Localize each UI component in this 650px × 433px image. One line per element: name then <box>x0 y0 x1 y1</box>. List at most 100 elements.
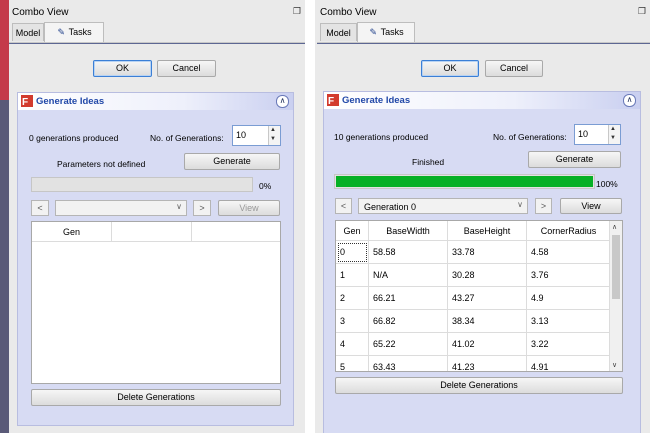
prev-generation-button[interactable]: < <box>335 198 352 214</box>
progress-fill <box>336 176 593 187</box>
gen-cell[interactable]: 0 <box>336 241 369 264</box>
window-title: Combo View <box>320 7 377 18</box>
progress-bar <box>31 177 253 192</box>
tab-model[interactable]: Model <box>12 23 44 41</box>
ok-button[interactable]: OK <box>421 60 479 77</box>
up-arrow-icon: ▲ <box>270 127 276 133</box>
num-generations-spinbox[interactable]: 10 ▲ ▼ <box>574 124 621 145</box>
baseheight-cell[interactable]: 41.02 <box>448 333 527 356</box>
down-arrow-icon: ▼ <box>610 135 616 141</box>
left-window-edge <box>0 0 9 433</box>
view-button[interactable]: View <box>218 200 280 216</box>
baseheight-cell[interactable]: 41.23 <box>448 356 527 371</box>
tab-tasks[interactable]: ✎ Tasks <box>357 22 415 42</box>
scroll-down-icon[interactable]: ∨ <box>612 361 617 369</box>
generations-produced-label: 0 generations produced <box>29 133 119 143</box>
column-header-gen: Gen <box>32 222 112 242</box>
status-label: Finished <box>412 157 445 167</box>
column-header-basewidth: BaseWidth <box>369 221 448 241</box>
column-header-gen: Gen <box>336 221 369 241</box>
gen-cell[interactable]: 2 <box>336 287 369 310</box>
generate-button[interactable]: Generate <box>528 151 621 168</box>
tab-label: Model <box>15 28 41 38</box>
gen-cell[interactable]: 4 <box>336 333 369 356</box>
basewidth-cell[interactable]: 66.21 <box>369 287 448 310</box>
num-generations-label: No. of Generations: <box>150 133 224 143</box>
cornerradius-cell[interactable]: 3.76 <box>527 264 611 287</box>
basewidth-cell[interactable]: 58.58 <box>369 241 448 264</box>
right-combo-view: Combo View ❐ Model ✎ Tasks OK Cancel F G… <box>315 0 650 433</box>
freecad-icon: F <box>327 94 339 106</box>
collapse-icon[interactable]: ∧ <box>276 95 289 108</box>
spinbox-value: 10 <box>578 129 589 139</box>
cornerradius-cell[interactable]: 4.58 <box>527 241 611 264</box>
cornerradius-cell[interactable]: 4.9 <box>527 287 611 310</box>
panel-header[interactable]: F Generate Ideas ∧ <box>324 92 640 109</box>
baseheight-cell[interactable]: 43.27 <box>448 287 527 310</box>
tab-label: Tasks <box>68 27 92 37</box>
gen-cell[interactable]: 5 <box>336 356 369 371</box>
cornerradius-cell[interactable]: 4.91 <box>527 356 611 371</box>
panel-header[interactable]: F Generate Ideas ∧ <box>18 93 293 110</box>
panel-title: Generate Ideas <box>36 96 105 107</box>
ok-button[interactable]: OK <box>93 60 152 77</box>
cornerradius-cell[interactable]: 3.13 <box>527 310 611 333</box>
baseheight-cell[interactable]: 33.78 <box>448 241 527 264</box>
gen-cell[interactable]: 3 <box>336 310 369 333</box>
image-divider <box>305 0 315 433</box>
generation-select-value: Generation 0 <box>364 202 417 212</box>
delete-generations-button[interactable]: Delete Generations <box>335 377 623 394</box>
basewidth-cell[interactable]: 65.22 <box>369 333 448 356</box>
generation-select[interactable]: ∨ <box>55 200 187 216</box>
basewidth-cell[interactable]: 63.43 <box>369 356 448 371</box>
generations-table[interactable]: Gen <box>31 221 281 384</box>
basewidth-cell[interactable]: N/A <box>369 264 448 287</box>
column-header-cornerradius: CornerRadius <box>527 221 611 241</box>
cancel-button[interactable]: Cancel <box>485 60 543 77</box>
right-task-area: OK Cancel F Generate Ideas ∧ 10 generati… <box>317 42 650 433</box>
progress-bar <box>334 174 595 189</box>
scrollbar-thumb[interactable] <box>612 235 620 299</box>
generate-ideas-panel: F Generate Ideas ∧ 0 generations produce… <box>17 92 294 426</box>
baseheight-cell[interactable]: 30.28 <box>448 264 527 287</box>
column-header-empty <box>192 222 280 242</box>
chevron-down-icon: ∨ <box>176 202 182 211</box>
view-button[interactable]: View <box>560 198 622 214</box>
generate-button[interactable]: Generate <box>184 153 280 170</box>
tab-tasks[interactable]: ✎ Tasks <box>44 22 104 42</box>
left-task-area: OK Cancel F Generate Ideas ∧ 0 generatio… <box>9 42 305 433</box>
prev-generation-button[interactable]: < <box>31 200 49 216</box>
spinbox-arrows[interactable]: ▲ ▼ <box>268 126 280 145</box>
generation-select[interactable]: Generation 0 ∨ <box>358 198 528 214</box>
generate-ideas-panel: F Generate Ideas ∧ 10 generations produc… <box>323 91 641 433</box>
delete-generations-button[interactable]: Delete Generations <box>31 389 281 406</box>
progress-text: 0% <box>259 181 272 191</box>
left-combo-view: Combo View ❐ Model ✎ Tasks OK Cancel F G… <box>0 0 305 433</box>
cancel-button[interactable]: Cancel <box>157 60 216 77</box>
dock-icon[interactable]: ❐ <box>293 6 301 17</box>
table-scrollbar[interactable]: ∧ ∨ <box>609 221 622 371</box>
baseheight-cell[interactable]: 38.34 <box>448 310 527 333</box>
right-title-bar: Combo View ❐ <box>315 6 650 20</box>
progress-text: 100% <box>596 179 618 189</box>
svg-text:F: F <box>328 96 334 106</box>
next-generation-button[interactable]: > <box>535 198 552 214</box>
window-title: Combo View <box>12 7 69 18</box>
scroll-up-icon[interactable]: ∧ <box>612 223 617 231</box>
freecad-icon: F <box>21 95 33 107</box>
num-generations-label: No. of Generations: <box>493 132 567 142</box>
spinbox-arrows[interactable]: ▲ ▼ <box>608 125 620 144</box>
up-arrow-icon: ▲ <box>610 126 616 132</box>
tab-model[interactable]: Model <box>320 23 357 41</box>
next-generation-button[interactable]: > <box>193 200 211 216</box>
spinbox-value: 10 <box>236 130 247 140</box>
pencil-icon: ✎ <box>57 27 66 37</box>
dock-icon[interactable]: ❐ <box>638 6 646 17</box>
num-generations-spinbox[interactable]: 10 ▲ ▼ <box>232 125 281 146</box>
gen-cell[interactable]: 1 <box>336 264 369 287</box>
collapse-icon[interactable]: ∧ <box>623 94 636 107</box>
panel-title: Generate Ideas <box>342 95 411 106</box>
basewidth-cell[interactable]: 66.82 <box>369 310 448 333</box>
generations-table[interactable]: Gen BaseWidth BaseHeight CornerRadius 0 … <box>335 220 623 372</box>
cornerradius-cell[interactable]: 3.22 <box>527 333 611 356</box>
